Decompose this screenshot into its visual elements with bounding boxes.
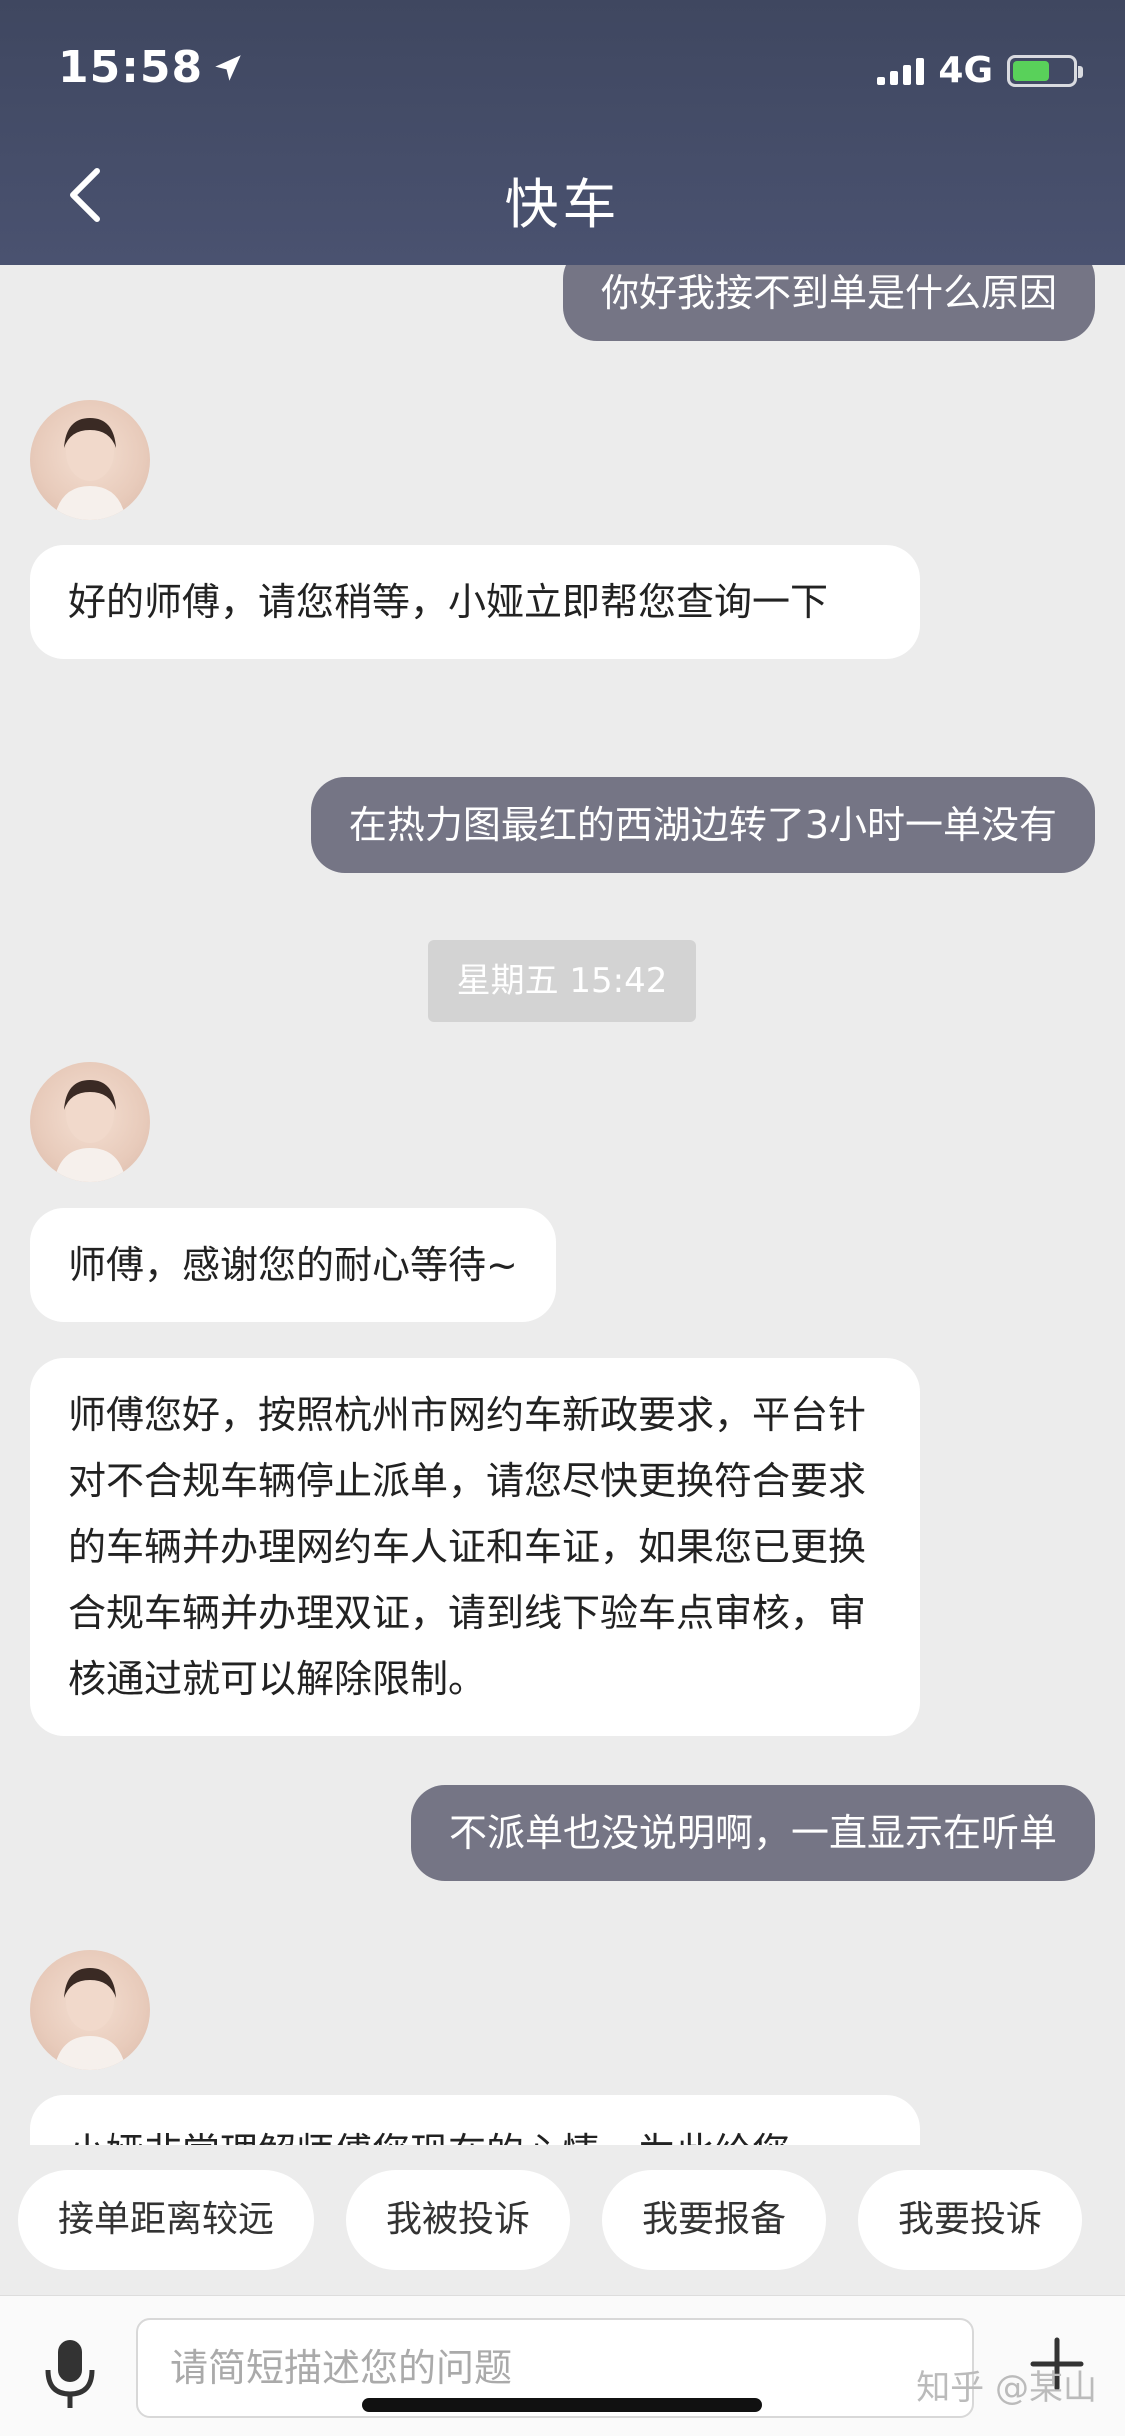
agent-avatar[interactable] (30, 1062, 150, 1182)
quick-reply-report[interactable]: 我要报备 (602, 2170, 827, 2270)
quick-reply-complaint[interactable]: 我要投诉 (858, 2170, 1083, 2270)
message-bubble-agent: 师傅您好，按照杭州市网约车新政要求，平台针对不合规车辆停止派单，请您尽快更换符合… (30, 1358, 920, 1736)
timestamp-label: 星期五 15:42 (428, 940, 696, 1022)
page-title: 快车 (504, 173, 621, 236)
microphone-icon[interactable] (42, 2340, 98, 2410)
quick-reply-complained[interactable]: 我被投诉 (346, 2170, 571, 2270)
agent-portrait-icon (54, 418, 126, 520)
battery-icon (1007, 54, 1083, 87)
location-arrow-icon (215, 54, 241, 81)
message-bubble-user: 不派单也没说明啊，一直显示在听单 (410, 1785, 1095, 1881)
message-bubble-agent: 好的师傅，请您稍等，小娅立即帮您查询一下 (30, 545, 920, 659)
watermark: 知乎 @某山 (916, 2368, 1097, 2408)
message-bubble-user: 在热力图最红的西湖边转了3小时一单没有 (310, 777, 1095, 873)
network-label: 4G (938, 50, 993, 91)
battery-level (1013, 60, 1049, 81)
agent-avatar[interactable] (30, 400, 150, 520)
quick-reply-distance[interactable]: 接单距离较远 (18, 2170, 315, 2270)
status-time: 15:58 (58, 42, 245, 93)
home-indicator[interactable] (362, 2398, 762, 2412)
agent-portrait-icon (54, 1080, 126, 1182)
chat-area[interactable]: 你好我接不到单是什么原因 好的师傅，请您稍等，小娅立即帮您查询一下 在热力图最红… (0, 265, 1125, 2145)
agent-avatar[interactable] (30, 1950, 150, 2070)
message-bubble-agent: 小娅非常理解师傅您现在的心情，为此给您 (30, 2095, 920, 2145)
status-indicators: 4G (877, 50, 1083, 91)
agent-portrait-icon (54, 1968, 126, 2070)
quick-reply-bar[interactable]: 接单距离较远 我被投诉 我要报备 我要投诉 (0, 2145, 1125, 2295)
signal-icon (877, 57, 925, 85)
top-nav-bar: 15:58 4G 快车 (0, 0, 1125, 265)
message-bubble-user: 你好我接不到单是什么原因 (562, 265, 1095, 341)
clock-text: 15:58 (58, 42, 204, 93)
message-bubble-agent: 师傅，感谢您的耐心等待~ (30, 1208, 556, 1322)
